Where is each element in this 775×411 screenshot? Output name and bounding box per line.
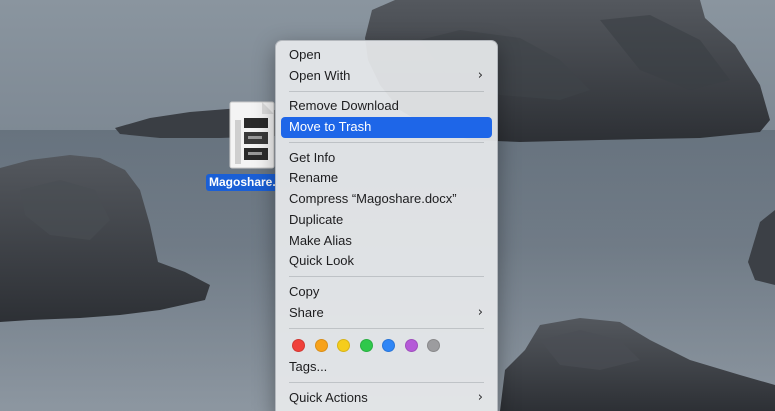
menu-item-quick-actions[interactable]: Quick Actions › (281, 388, 492, 409)
menu-item-label: Tags... (289, 359, 328, 375)
context-menu: Open Open With › Remove Download Move to… (275, 40, 498, 411)
menu-item-open-with[interactable]: Open With › (281, 66, 492, 87)
menu-item-label: Quick Actions (289, 389, 368, 405)
tag-red-dot[interactable] (292, 338, 305, 352)
tag-color-row (281, 333, 492, 357)
menu-item-label: Duplicate (289, 211, 344, 227)
menu-item-label: Rename (289, 170, 339, 186)
menu-separator (289, 276, 484, 278)
menu-item-quick-look[interactable]: Quick Look (281, 251, 492, 272)
menu-item-label: Get Info (289, 149, 336, 165)
tag-gray-dot[interactable] (427, 338, 440, 352)
tag-orange-dot[interactable] (314, 338, 328, 352)
menu-item-get-info[interactable]: Get Info (281, 148, 492, 169)
menu-item-open[interactable]: Open (281, 45, 492, 66)
menu-item-share[interactable]: Share › (281, 303, 492, 324)
menu-separator (289, 382, 484, 384)
menu-item-copy[interactable]: Copy (281, 282, 492, 303)
menu-item-label: Move to Trash (289, 119, 372, 135)
menu-item-move-to-trash[interactable]: Move to Trash (281, 117, 492, 138)
tag-green-dot[interactable] (359, 338, 373, 352)
chevron-right-icon: › (477, 67, 483, 83)
menu-item-label: Quick Look (289, 253, 355, 269)
menu-item-label: Open With (289, 67, 351, 83)
menu-item-label: Share (289, 304, 324, 320)
chevron-right-icon: › (477, 389, 483, 405)
menu-item-duplicate[interactable]: Duplicate (281, 210, 492, 231)
menu-item-remove-download[interactable]: Remove Download (281, 96, 492, 117)
chevron-right-icon: › (477, 304, 483, 320)
menu-item-label: Remove Download (289, 98, 399, 114)
menu-item-rename[interactable]: Rename (281, 168, 492, 189)
menu-item-label: Open (289, 47, 321, 62)
docx-file-icon[interactable] (226, 100, 278, 172)
tag-purple-dot[interactable] (404, 338, 418, 352)
desktop-wallpaper: Magoshare. Open Open With › Remove Downl… (0, 0, 775, 411)
tag-blue-dot[interactable] (382, 338, 395, 352)
menu-item-compress[interactable]: Compress “Magoshare.docx” (281, 189, 492, 210)
menu-item-label: Compress “Magoshare.docx” (289, 191, 457, 207)
tag-yellow-dot[interactable] (337, 338, 350, 352)
menu-separator (289, 327, 484, 329)
menu-separator (289, 90, 484, 92)
menu-separator (289, 142, 484, 144)
file-name-label[interactable]: Magoshare. (206, 174, 278, 191)
menu-item-label: Make Alias (289, 232, 352, 248)
menu-item-make-alias[interactable]: Make Alias (281, 231, 492, 252)
menu-item-tags[interactable]: Tags... (281, 357, 492, 378)
menu-item-label: Copy (289, 283, 320, 299)
